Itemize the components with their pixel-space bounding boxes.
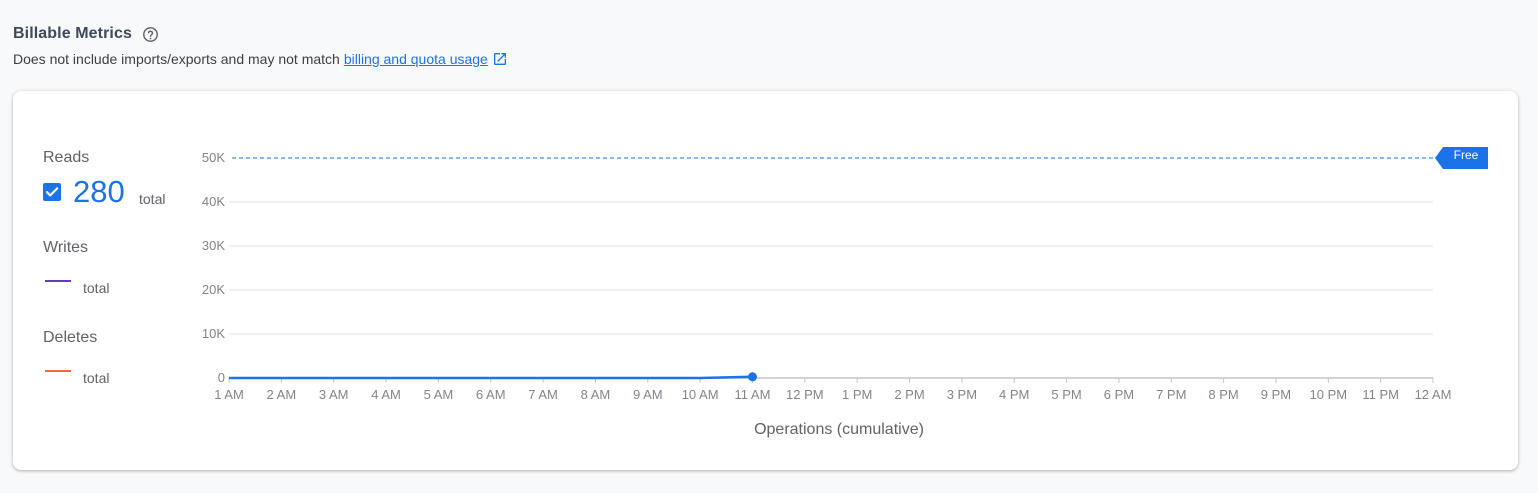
x-tick-label: 3 PM: [947, 387, 977, 402]
y-tick-label: 40K: [202, 194, 225, 209]
x-tick-label: 1 AM: [214, 387, 244, 402]
y-tick-label: 10K: [202, 326, 225, 341]
x-tick-label: 2 PM: [894, 387, 924, 402]
y-tick-label: 50K: [202, 150, 225, 165]
x-tick-label: 5 PM: [1051, 387, 1081, 402]
billing-quota-link[interactable]: billing and quota usage: [344, 51, 488, 67]
section-subtitle: Does not include imports/exports and may…: [13, 49, 1518, 69]
operations-chart: 0 10K 20K 30K 40K 50K 1 AM 2 AM 3 AM 4 AM 5 AM 6 AM…: [202, 147, 1488, 438]
x-tick-label: 10 PM: [1310, 387, 1348, 402]
x-tick-label: 6 AM: [476, 387, 506, 402]
x-tick-label: 5 AM: [424, 387, 454, 402]
x-tick-label: 3 AM: [319, 387, 349, 402]
x-tick-label: 8 AM: [581, 387, 611, 402]
x-tick-label: 2 AM: [267, 387, 297, 402]
x-tick-label: 1 PM: [842, 387, 872, 402]
x-tick-label: 9 PM: [1261, 387, 1291, 402]
x-tick-label: 7 PM: [1156, 387, 1186, 402]
y-tick-label: 30K: [202, 238, 225, 253]
x-tick-label: 7 AM: [528, 387, 558, 402]
section-header: Billable Metrics Does not include import…: [13, 22, 1518, 69]
x-tick-label: 6 PM: [1104, 387, 1134, 402]
x-tick-label: 12 PM: [786, 387, 824, 402]
open-in-new-icon[interactable]: [492, 51, 508, 67]
x-tick-label: 4 PM: [999, 387, 1029, 402]
section-title: Billable Metrics: [13, 25, 132, 42]
subtitle-text: Does not include imports/exports and may…: [13, 51, 340, 67]
x-tick-label: 11 PM: [1362, 387, 1399, 402]
reads-series-line: [229, 375, 753, 380]
metrics-card: Reads 280 total Writes total Deletes tot…: [13, 91, 1518, 470]
y-tick-label: 20K: [202, 282, 225, 297]
x-tick-label: 9 AM: [633, 387, 663, 402]
x-tick-label: 12 AM: [1415, 387, 1452, 402]
help-circle-icon[interactable]: [142, 26, 159, 43]
x-axis-title: Operations (cumulative): [754, 421, 924, 438]
x-tick-label: 10 AM: [682, 387, 719, 402]
x-tick-label: 11 AM: [735, 387, 771, 402]
reads-last-point: [747, 372, 757, 382]
free-threshold-label: Free: [1454, 148, 1479, 162]
x-tick-label: 4 AM: [371, 387, 401, 402]
y-tick-label: 0: [218, 370, 225, 385]
x-tick-label: 8 PM: [1208, 387, 1238, 402]
title-row: Billable Metrics: [13, 22, 1518, 46]
